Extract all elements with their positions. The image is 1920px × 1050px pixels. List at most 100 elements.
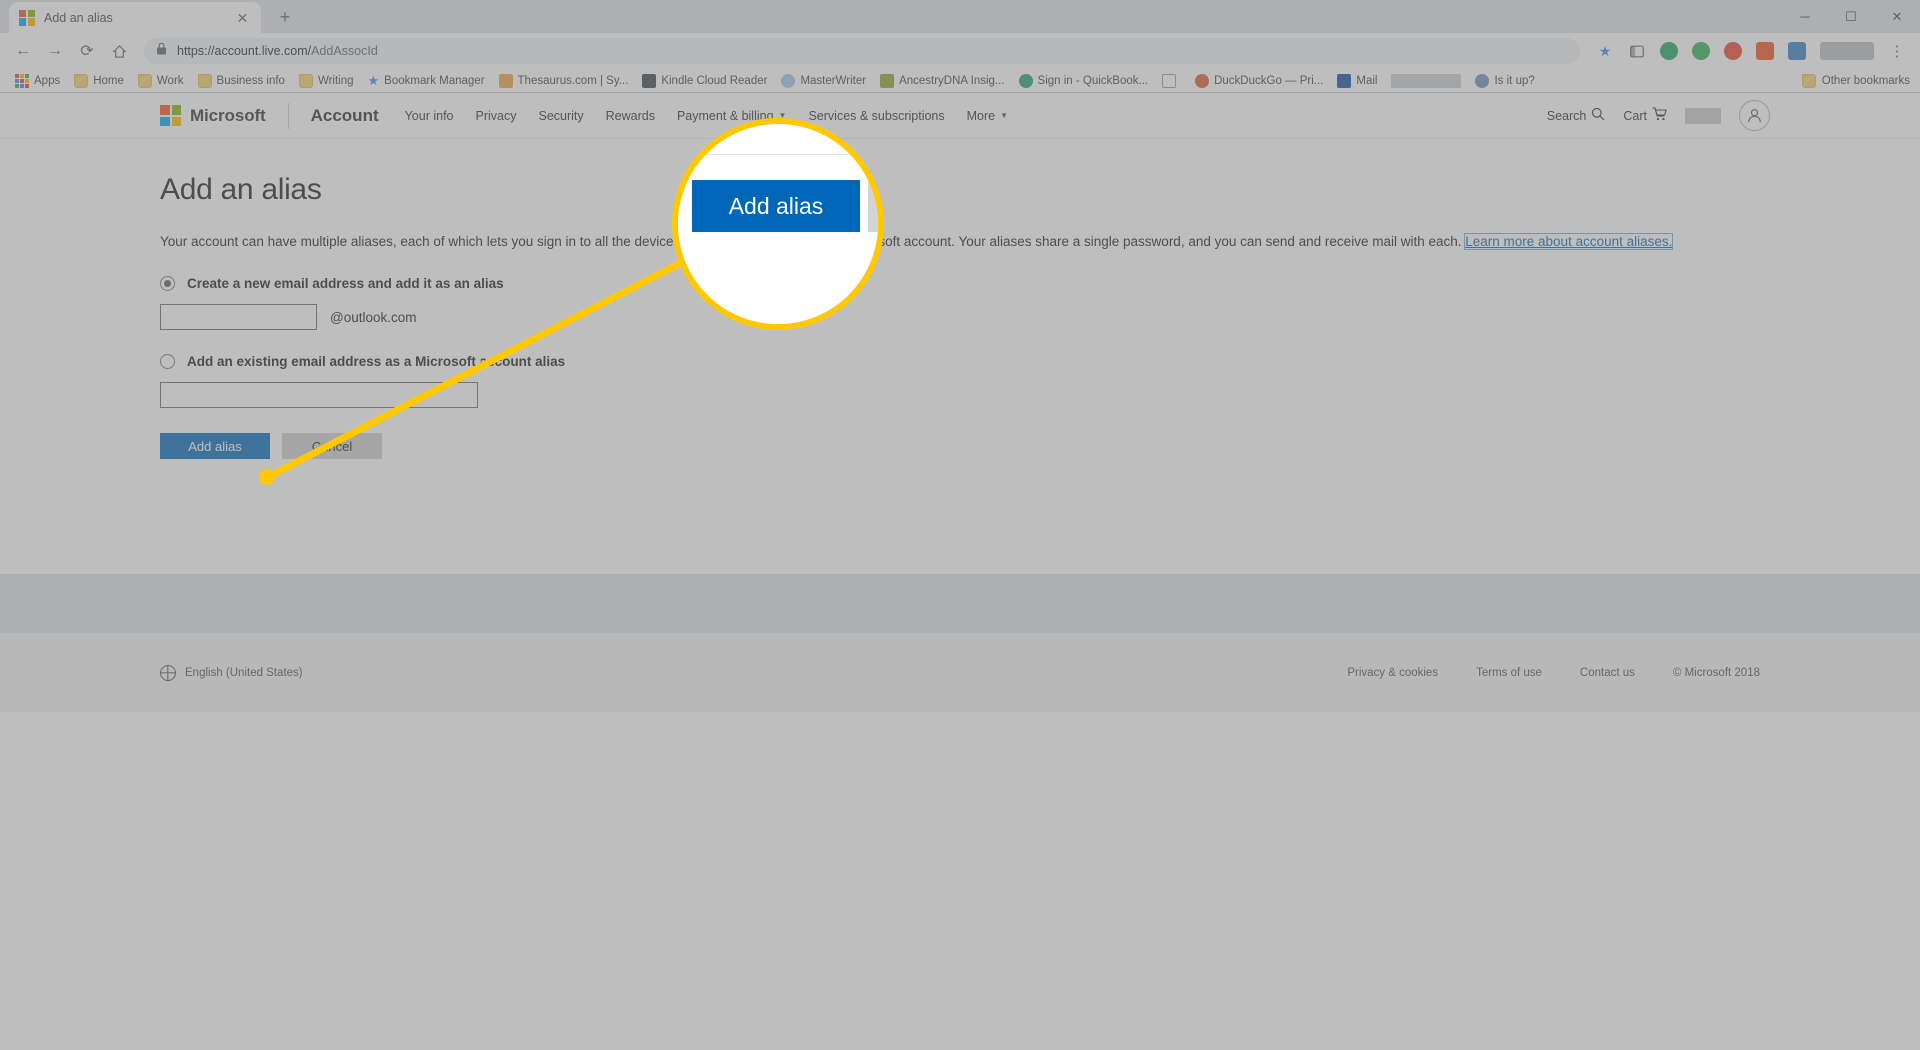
radio-create-new[interactable]: [160, 276, 175, 291]
masterwriter-icon: [781, 73, 796, 88]
bookmark-label: Mail: [1356, 74, 1378, 87]
other-bookmarks[interactable]: Other bookmarks: [1801, 73, 1910, 88]
address-bar[interactable]: https://account.live.com/AddAssocId: [144, 38, 1580, 64]
other-bookmarks-label: Other bookmarks: [1821, 74, 1910, 87]
nav-label: Rewards: [605, 108, 655, 123]
redacted-bookmark: [1391, 73, 1462, 88]
extension-teal-icon[interactable]: [1782, 36, 1812, 66]
back-icon[interactable]: ←: [8, 36, 38, 66]
nav-item-services-subscriptions[interactable]: Services & subscriptions: [808, 109, 944, 123]
nav-label: Your info: [404, 108, 454, 123]
duckduckgo-icon: [1195, 73, 1210, 88]
add-alias-button[interactable]: Add alias: [160, 433, 270, 459]
extension-green-icon[interactable]: [1654, 36, 1684, 66]
extension-orange-icon[interactable]: [1750, 36, 1780, 66]
option-create-label: Create a new email address and add it as…: [187, 276, 504, 291]
ancestry-icon: [880, 73, 895, 88]
bookmark-apps[interactable]: Apps: [8, 72, 67, 90]
url-text: https://account.live.com/AddAssocId: [177, 44, 378, 58]
close-window-icon[interactable]: ✕: [1874, 0, 1920, 33]
extension-green2-icon[interactable]: [1686, 36, 1716, 66]
option-create-new-alias[interactable]: Create a new email address and add it as…: [160, 276, 1920, 291]
folder-icon: [74, 73, 89, 88]
bookmark-writing[interactable]: Writing: [292, 72, 361, 90]
bookmark-label: MasterWriter: [800, 74, 867, 87]
avatar[interactable]: [1739, 100, 1770, 131]
nav-item-rewards[interactable]: Rewards: [606, 109, 655, 123]
bookmark-masterwriter[interactable]: MasterWriter: [774, 72, 873, 90]
nav-cart[interactable]: Cart: [1623, 107, 1667, 124]
search-label: Search: [1546, 108, 1587, 123]
radio-existing-email[interactable]: [160, 354, 175, 369]
nav-item-privacy[interactable]: Privacy: [476, 109, 517, 123]
apps-grid-icon: [15, 73, 29, 88]
new-alias-input[interactable]: [160, 304, 317, 330]
bookmark-is-it-up[interactable]: Is it up?: [1468, 72, 1541, 90]
learn-more-link[interactable]: Learn more about account aliases.: [1464, 233, 1674, 250]
main-content: Add an alias Your account can have multi…: [0, 139, 1920, 574]
bookmark-label: Writing: [317, 74, 354, 87]
redacted-account-name: [1685, 107, 1721, 124]
option-existing-label: Add an existing email address as a Micro…: [187, 354, 566, 369]
home-icon[interactable]: [104, 36, 134, 66]
forward-icon[interactable]: →: [40, 36, 70, 66]
nav-item-your-info[interactable]: Your info: [405, 109, 454, 123]
bookmark-kindle[interactable]: Kindle Cloud Reader: [635, 72, 774, 90]
footer-link-contact[interactable]: Contact us: [1580, 667, 1635, 679]
language-selector[interactable]: English (United States): [160, 664, 303, 681]
folder-icon: [137, 73, 152, 88]
search-icon: [1591, 107, 1605, 124]
magnified-add-alias-button[interactable]: Add alias: [692, 180, 860, 232]
bookmark-star-icon[interactable]: ★: [1590, 36, 1620, 66]
nav-label: Privacy: [475, 108, 517, 123]
bookmark-work[interactable]: Work: [131, 72, 191, 90]
bookmark-business-info[interactable]: Business info: [191, 72, 292, 90]
existing-email-input[interactable]: [160, 382, 478, 408]
link-icon: [1475, 73, 1490, 88]
bookmark-mail[interactable]: Mail: [1330, 72, 1384, 90]
profile-avatar[interactable]: [1820, 42, 1874, 60]
cancel-button[interactable]: Cancel: [282, 433, 382, 459]
nav-account-title[interactable]: Account: [311, 106, 379, 126]
magnifier-content: Add alias: [678, 124, 878, 324]
nav-item-security[interactable]: Security: [538, 109, 583, 123]
nav-item-more[interactable]: More ▼: [967, 109, 1008, 123]
bookmark-page[interactable]: [1155, 72, 1188, 90]
page-icon: [1162, 73, 1177, 88]
footer-link-privacy[interactable]: Privacy & cookies: [1347, 667, 1438, 679]
extension-reader-icon[interactable]: [1622, 36, 1652, 66]
bookmark-quickbooks[interactable]: Sign in - QuickBook...: [1012, 72, 1156, 90]
microsoft-logo[interactable]: Microsoft: [160, 105, 266, 126]
tab-strip: Add an alias ✕ + ─ ☐ ✕: [0, 0, 1920, 33]
maximize-icon[interactable]: ☐: [1828, 0, 1874, 33]
outlook-domain-suffix: @outlook.com: [330, 309, 417, 325]
bookmark-label: Sign in - QuickBook...: [1037, 74, 1149, 87]
reload-icon[interactable]: ⟳: [72, 36, 102, 66]
bookmark-thesaurus[interactable]: Thesaurus.com | Sy...: [492, 72, 636, 90]
chrome-menu-icon[interactable]: ⋮: [1882, 36, 1912, 66]
bookmark-home[interactable]: Home: [67, 72, 131, 90]
microsoft-account-nav: Microsoft Account Your info Privacy Secu…: [0, 93, 1920, 139]
browser-tab[interactable]: Add an alias ✕: [9, 2, 261, 33]
outlook-mail-icon: [1337, 73, 1352, 88]
new-tab-button[interactable]: +: [271, 3, 299, 31]
kindle-icon: [642, 73, 657, 88]
footer-link-terms[interactable]: Terms of use: [1476, 667, 1542, 679]
bookmark-redacted[interactable]: [1384, 72, 1468, 90]
bookmark-label: Kindle Cloud Reader: [661, 74, 768, 87]
nav-label: More: [966, 108, 996, 123]
bookmark-bookmark-manager[interactable]: ★ Bookmark Manager: [361, 72, 492, 89]
bookmark-label: Is it up?: [1494, 74, 1535, 87]
bookmark-duckduckgo[interactable]: DuckDuckGo — Pri...: [1188, 72, 1330, 90]
browser-window: Add an alias ✕ + ─ ☐ ✕ ← → ⟳ https://acc: [0, 0, 1920, 712]
bookmark-ancestrydna[interactable]: AncestryDNA Insig...: [873, 72, 1011, 90]
minimize-icon[interactable]: ─: [1782, 0, 1828, 33]
window-controls: ─ ☐ ✕: [1782, 0, 1920, 33]
browser-toolbar: ← → ⟳ https://account.live.com/AddAssocI…: [0, 33, 1920, 69]
option-existing-alias[interactable]: Add an existing email address as a Micro…: [160, 354, 1920, 369]
lock-icon: [156, 42, 167, 60]
close-icon[interactable]: ✕: [234, 9, 251, 26]
nav-search[interactable]: Search: [1547, 107, 1606, 124]
extension-red-icon[interactable]: [1718, 36, 1748, 66]
folder-icon: [197, 73, 212, 88]
